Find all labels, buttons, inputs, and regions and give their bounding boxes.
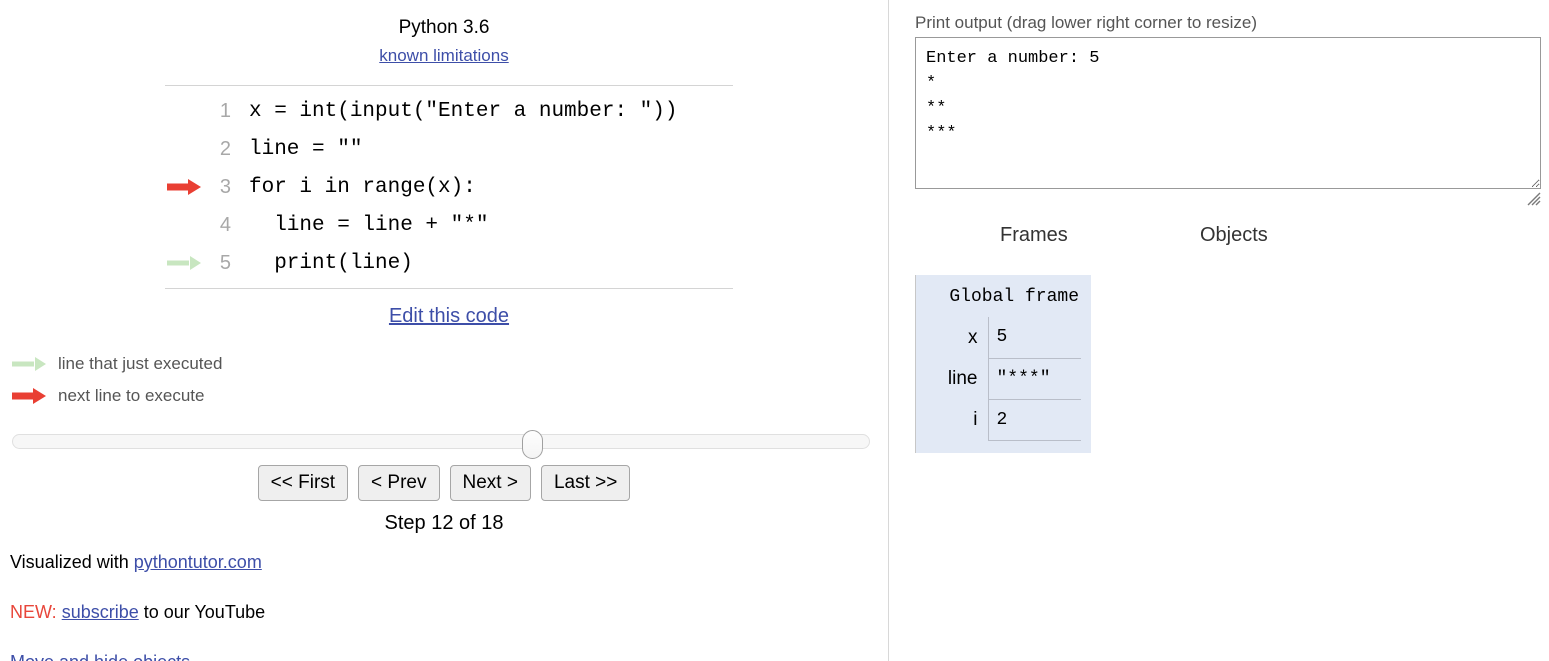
arrow-legend: line that just executed next line to exe…: [12, 348, 222, 412]
slider-thumb[interactable]: [522, 430, 543, 459]
objects-heading: Objects: [1200, 224, 1268, 246]
variables-table: x 5 line "***" i 2: [916, 317, 1081, 441]
line-code: line = "": [249, 137, 363, 161]
variable-value: 2: [987, 399, 1081, 441]
legend-label-just-executed: line that just executed: [58, 354, 223, 373]
code-line-row[interactable]: 5 print(line): [165, 244, 733, 282]
code-line-row[interactable]: 1 x = int(input("Enter a number: ")): [165, 92, 733, 130]
pythontutor-link[interactable]: pythontutor.com: [134, 552, 262, 572]
step-counter: Step 12 of 18: [384, 512, 504, 534]
new-badge: NEW:: [10, 602, 57, 622]
edit-code-wrap: Edit this code: [165, 305, 733, 328]
frame-name-label: Global frame: [949, 287, 1079, 307]
first-button[interactable]: << First: [257, 465, 349, 501]
green-arrow-icon: [12, 356, 50, 372]
code-header: Python 3.6 known limitations: [0, 16, 888, 68]
arrow-slot: [165, 92, 207, 130]
table-row: line "***": [916, 358, 1081, 400]
pane-divider: [888, 0, 889, 661]
line-code: x = int(input("Enter a number: ")): [249, 99, 678, 123]
visualized-with-row: Visualized with pythontutor.com: [10, 548, 265, 576]
code-pane: Python 3.6 known limitations 1 x = int(i…: [0, 0, 888, 661]
code-bottom-rule: [165, 288, 733, 289]
legend-label-next-line: next line to execute: [58, 386, 205, 405]
line-code: print(line): [249, 251, 413, 275]
visualized-with-label: Visualized with: [10, 552, 134, 572]
navigation-buttons: << First < Prev Next > Last >>: [0, 465, 888, 501]
arrow-slot: [165, 206, 207, 244]
line-number: 5: [219, 251, 231, 274]
legend-row-next-line: next line to execute: [12, 380, 222, 412]
line-number: 1: [219, 99, 231, 122]
prev-button[interactable]: < Prev: [358, 465, 440, 501]
line-code: line = line + "*": [249, 213, 489, 237]
next-line-arrow-icon: [167, 179, 201, 195]
red-arrow-icon: [12, 388, 50, 404]
next-button[interactable]: Next >: [449, 465, 531, 501]
print-output-label: Print output (drag lower right corner to…: [915, 13, 1258, 32]
python-version-label: Python 3.6: [398, 17, 490, 38]
footer-links: Visualized with pythontutor.com NEW: sub…: [10, 548, 265, 661]
variable-value: "***": [987, 358, 1081, 400]
code-line-row[interactable]: 4 line = line + "*": [165, 206, 733, 244]
slider-track[interactable]: [12, 434, 870, 449]
line-number: 3: [219, 175, 231, 198]
step-slider[interactable]: [12, 430, 870, 459]
move-hide-row: Move and hide objects: [10, 648, 265, 661]
frames-heading: Frames: [1000, 224, 1068, 246]
arrow-slot: [165, 168, 207, 206]
known-limitations-link[interactable]: known limitations: [379, 44, 508, 68]
line-number: 2: [219, 137, 231, 160]
table-row: x 5: [916, 317, 1081, 359]
just-executed-arrow-icon: [167, 256, 201, 270]
global-frame: Global frame x 5 line "***" i 2: [915, 275, 1091, 453]
code-line-row[interactable]: 2 line = "": [165, 130, 733, 168]
edit-this-code-link[interactable]: Edit this code: [389, 305, 509, 327]
subscribe-link[interactable]: subscribe: [62, 602, 139, 622]
subscribe-row: NEW: subscribe to our YouTube: [10, 598, 265, 626]
move-hide-objects-link[interactable]: Move and hide objects: [10, 652, 190, 661]
line-number: 4: [219, 213, 231, 236]
variable-value: 5: [987, 317, 1081, 359]
variable-name: i: [973, 408, 978, 430]
variable-name: line: [947, 367, 978, 389]
code-block: 1 x = int(input("Enter a number: ")) 2 l…: [165, 85, 733, 289]
print-output-box[interactable]: Enter a number: 5 * ** ***: [915, 37, 1541, 189]
legend-row-just-executed: line that just executed: [12, 348, 222, 380]
subscribe-suffix-label: to our YouTube: [138, 602, 266, 622]
output-and-viz-pane: Print output (drag lower right corner to…: [905, 0, 1549, 661]
last-button[interactable]: Last >>: [540, 465, 631, 501]
code-line-row[interactable]: 3 for i in range(x):: [165, 168, 733, 206]
code-lines: 1 x = int(input("Enter a number: ")) 2 l…: [165, 86, 733, 288]
arrow-slot: [165, 244, 207, 282]
resize-handle-icon[interactable]: [1525, 190, 1541, 206]
arrow-slot: [165, 130, 207, 168]
table-row: i 2: [916, 399, 1081, 441]
line-code: for i in range(x):: [249, 175, 476, 199]
pythontutor-visualizer: Python 3.6 known limitations 1 x = int(i…: [0, 0, 1549, 661]
variable-name: x: [968, 326, 978, 348]
